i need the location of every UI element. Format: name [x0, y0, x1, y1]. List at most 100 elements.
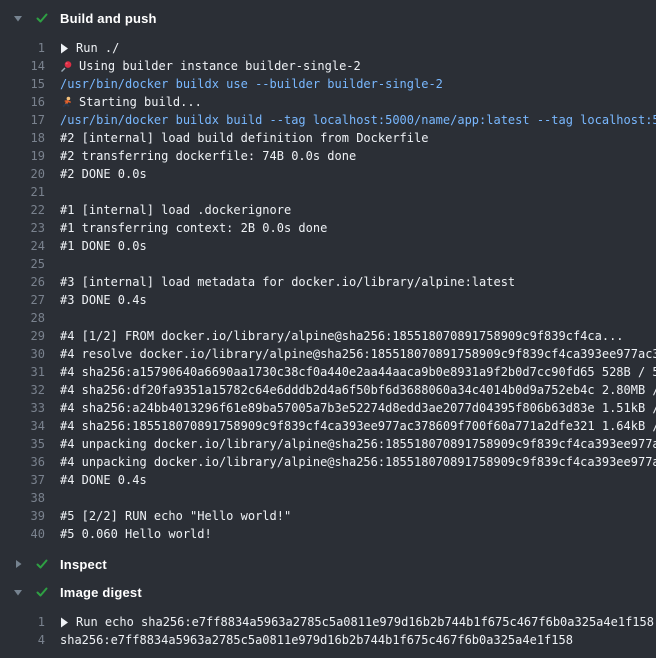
log-text-content: #2 [internal] load build definition from…: [60, 129, 428, 147]
log-line: 20 #2 DONE 0.0s: [0, 165, 656, 183]
check-icon: [35, 585, 49, 599]
line-number[interactable]: 1: [0, 39, 45, 57]
log-line: 30 #4 resolve docker.io/library/alpine@sh…: [0, 345, 656, 363]
log-text: #5 0.060 Hello world!: [60, 525, 656, 543]
line-number[interactable]: 25: [0, 255, 45, 273]
line-number[interactable]: 31: [0, 363, 45, 381]
line-number[interactable]: 29: [0, 327, 45, 345]
log-text-content: #5 [2/2] RUN echo "Hello world!": [60, 507, 291, 525]
log-text: #3 [internal] load metadata for docker.i…: [60, 273, 656, 291]
section-content: 1 Run ./ 14 Using builder instance builder-…: [0, 32, 656, 550]
caret-box: [10, 559, 26, 569]
log-line: 32#4 sha256:df20fa9351a15782c64e6dddb2d4…: [0, 381, 656, 399]
section-title: Build and push: [60, 11, 157, 26]
line-number[interactable]: 18: [0, 129, 45, 147]
log-text: Run echo sha256:e7ff8834a5963a2785c5a081…: [60, 613, 656, 631]
log-line: 1 Run ./: [0, 39, 656, 57]
section-build-and-push: Build and push 1 Run ./ 14 Using builder ins…: [0, 4, 656, 550]
log-line: 16 Starting build...: [0, 93, 656, 111]
log-line: 25: [0, 255, 656, 273]
line-number[interactable]: 30: [0, 345, 45, 363]
section-header-build-and-push[interactable]: Build and push: [0, 4, 656, 32]
log-text: [60, 489, 656, 507]
log-text-content: /usr/bin/docker buildx build --tag local…: [60, 111, 656, 129]
log-text: #4 sha256:a15790640a6690aa1730c38cf0a440…: [60, 363, 656, 381]
line-number[interactable]: 34: [0, 417, 45, 435]
line-number[interactable]: 20: [0, 165, 45, 183]
status-box: [34, 11, 50, 25]
line-number[interactable]: 36: [0, 453, 45, 471]
check-icon: [35, 557, 49, 571]
line-number[interactable]: 19: [0, 147, 45, 165]
log-text: #4 unpacking docker.io/library/alpine@sh…: [60, 453, 656, 471]
log-line: 29#4 [1/2] FROM docker.io/library/alpine…: [0, 327, 656, 345]
check-icon: [35, 11, 49, 25]
section-title: Inspect: [60, 557, 107, 572]
log-line: 24#1 DONE 0.0s: [0, 237, 656, 255]
section-header-image-digest[interactable]: Image digest: [0, 578, 656, 606]
line-number[interactable]: 26: [0, 273, 45, 291]
line-number[interactable]: 28: [0, 309, 45, 327]
section-title: Image digest: [60, 585, 142, 600]
line-number[interactable]: 15: [0, 75, 45, 93]
log-line: 23 #1 transferring context: 2B 0.0s done: [0, 219, 656, 237]
caret-box: [10, 13, 26, 23]
line-number[interactable]: 37: [0, 471, 45, 489]
log-line: 34 #4 sha256:185518070891758909c9f839cf4c…: [0, 417, 656, 435]
log-line: 27 #3 DONE 0.4s: [0, 291, 656, 309]
log-text: #1 transferring context: 2B 0.0s done: [60, 219, 656, 237]
line-number[interactable]: 4: [0, 631, 45, 649]
log-text: #2 DONE 0.0s: [60, 165, 656, 183]
log-text-content: #4 resolve docker.io/library/alpine@sha2…: [60, 345, 656, 363]
line-number[interactable]: 17: [0, 111, 45, 129]
log-text: #4 sha256:185518070891758909c9f839cf4ca3…: [60, 417, 656, 435]
line-number[interactable]: 1: [0, 613, 45, 631]
log-text: #4 sha256:a24bb4013296f61e89ba57005a7b3e…: [60, 399, 656, 417]
log-text: [60, 309, 656, 327]
log-text-content: #4 unpacking docker.io/library/alpine@sh…: [60, 453, 656, 471]
log-text: [60, 183, 656, 201]
section-header-inspect[interactable]: Inspect: [0, 550, 656, 578]
log-text: Run ./: [60, 39, 656, 57]
pushpin-icon: [60, 60, 73, 73]
line-number[interactable]: 33: [0, 399, 45, 417]
run-expander-icon[interactable]: [60, 43, 69, 54]
log-line: 21: [0, 183, 656, 201]
line-number[interactable]: 35: [0, 435, 45, 453]
status-box: [34, 557, 50, 571]
log-text-content: #4 DONE 0.4s: [60, 471, 147, 489]
log-line: 17/usr/bin/docker buildx build --tag loc…: [0, 111, 656, 129]
line-number[interactable]: 14: [0, 57, 45, 75]
line-number[interactable]: 16: [0, 93, 45, 111]
log-text: [60, 255, 656, 273]
log-line: 36 #4 unpacking docker.io/library/alpine@…: [0, 453, 656, 471]
log-line: 38: [0, 489, 656, 507]
log-text: #3 DONE 0.4s: [60, 291, 656, 309]
line-number[interactable]: 22: [0, 201, 45, 219]
log-text-content: Using builder instance builder-single-2: [79, 57, 361, 75]
section-image-digest: Image digest 1 Run echo sha256:e7ff8834a59…: [0, 578, 656, 656]
run-expander-icon[interactable]: [60, 617, 69, 628]
log-line: 19 #2 transferring dockerfile: 74B 0.0s d…: [0, 147, 656, 165]
log-line: 26 #3 [internal] load metadata for docker…: [0, 273, 656, 291]
log-text-content: #3 [internal] load metadata for docker.i…: [60, 273, 515, 291]
log-line: 28: [0, 309, 656, 327]
line-number[interactable]: 27: [0, 291, 45, 309]
line-number[interactable]: 23: [0, 219, 45, 237]
log-text: #4 DONE 0.4s: [60, 471, 656, 489]
log-command-text: /usr/bin/docker buildx use --builder bui…: [60, 75, 656, 93]
line-number[interactable]: 40: [0, 525, 45, 543]
caret-right-icon: [13, 559, 23, 569]
line-number[interactable]: 32: [0, 381, 45, 399]
log-command-text: /usr/bin/docker buildx build --tag local…: [60, 111, 656, 129]
line-number[interactable]: 21: [0, 183, 45, 201]
log-text: #2 transferring dockerfile: 74B 0.0s don…: [60, 147, 656, 165]
line-number[interactable]: 38: [0, 489, 45, 507]
line-number[interactable]: 39: [0, 507, 45, 525]
log-text: Starting build...: [60, 93, 656, 111]
workflow-log-viewer: Build and push1Run ./14Using builder ins…: [0, 0, 656, 656]
caret-down-icon: [13, 587, 23, 597]
log-text-content: #4 sha256:a15790640a6690aa1730c38cf0a440…: [60, 363, 656, 381]
log-line: 18 #2 [internal] load build definition fr…: [0, 129, 656, 147]
line-number[interactable]: 24: [0, 237, 45, 255]
